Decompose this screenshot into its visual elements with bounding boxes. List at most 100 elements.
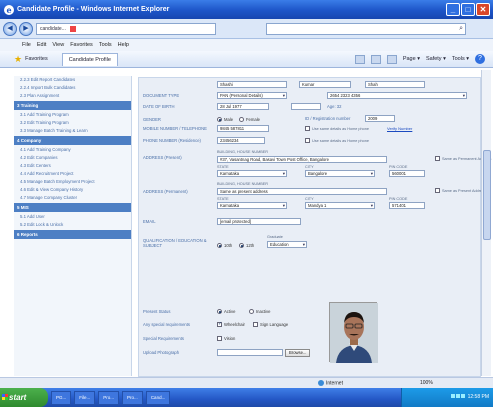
menu-help[interactable]: Help [118,42,129,48]
safety-menu[interactable]: Safety ▾ [426,56,446,62]
mobile-same-checkbox[interactable] [305,126,310,131]
education-select[interactable]: Education [267,241,307,248]
sidebar-item[interactable]: 2.3 Plan Assignment [14,92,131,100]
sidebar-item[interactable]: 3.3 Manage Batch Training & Learn [14,127,131,135]
page-scrollbar[interactable] [481,70,491,376]
perm-pincode-input[interactable]: 571401 [389,202,425,209]
sidebar-section-company[interactable]: 4 Company [14,136,131,145]
sidebar-item[interactable]: 3.1 Add Training Program [14,111,131,119]
favorites-star-icon[interactable]: ★ [14,54,22,65]
disability-label: Any special requirements [143,322,191,327]
favorites-label[interactable]: Favorites [25,56,48,62]
menu-view[interactable]: View [52,42,64,48]
education-10th-radio[interactable] [217,243,222,248]
gender-female-radio[interactable] [239,117,244,122]
sidebar-section-mis[interactable]: 5 MIS [14,203,131,212]
enrolment-input[interactable]: 2009 [365,115,395,122]
last-name-input[interactable]: Shah [365,81,425,88]
address-input[interactable]: candidate... [36,23,216,35]
address-present-input[interactable]: #37, Vasantnag Road, Basavi Town Post Of… [217,156,387,163]
sidebar-section-reports[interactable]: 6 Reports [14,230,131,239]
page-menu[interactable]: Page ▾ [403,56,420,62]
sidebar-item[interactable]: 4.4 Add Recruitment Project [14,170,131,178]
sidebar-item[interactable]: 4.2 Edit Companies [14,154,131,162]
verify-number-link[interactable]: Verify Number [387,126,412,131]
menu-file[interactable]: File [22,42,31,48]
taskbar-item[interactable]: Pro... [122,390,143,405]
address-permanent-input[interactable]: Same as present address [217,188,387,195]
menu-edit[interactable]: Edit [37,42,46,48]
sidebar-item[interactable]: 3.2 Edit Training Program [14,119,131,127]
sidebar-item[interactable]: 5.2 Edit Lock & Unlock [14,221,131,229]
home-icon[interactable] [354,54,365,64]
status-active-label: Active [224,309,236,314]
photo-path-input[interactable] [217,349,283,356]
menu-favorites[interactable]: Favorites [70,42,93,48]
id-number-input[interactable]: 2654 2323 4356 [327,92,467,99]
taskbar-item[interactable]: PG... [51,390,72,405]
start-button[interactable]: start [0,388,48,407]
phone-input[interactable]: 23456234 [217,137,265,144]
forward-button[interactable]: ▶ [19,22,33,36]
browse-button[interactable]: Browse... [285,349,311,357]
sign-language-checkbox[interactable] [253,322,258,327]
phone-same-checkbox[interactable] [305,138,310,143]
taskbar-item[interactable]: File... [74,390,96,405]
pincode-input[interactable]: 560001 [389,170,425,177]
scrollbar-thumb[interactable] [483,150,491,240]
state-select[interactable]: Karnataka [217,170,287,177]
menu-bar: File Edit View Favorites Tools Help [0,39,493,51]
sidebar-item[interactable]: 4.5 Manage Batch Employment Project [14,178,131,186]
sidebar-item[interactable]: 4.7 Manage Company Cluster [14,194,131,202]
first-name-input[interactable]: Shashi [217,81,287,88]
sidebar-item[interactable]: 2.2.3 Edit Report Candidates [14,76,131,84]
refresh-icon[interactable] [70,25,77,32]
vision-checkbox[interactable] [217,336,222,341]
feeds-icon[interactable] [370,54,381,64]
taskbar-item[interactable]: Cand... [145,390,171,405]
zoom-level[interactable]: 100% [420,380,433,386]
windows-taskbar: start PG... File... Pro... Pro... Cand..… [0,388,493,407]
dob-input[interactable]: 28 Jul 1977 [217,103,269,110]
status-inactive-radio[interactable] [249,309,254,314]
print-icon[interactable] [386,54,397,64]
document-type-select[interactable]: PAN (Personal Details) [217,92,287,99]
address-present-checkbox[interactable] [435,156,440,161]
gender-label: GENDER [143,117,161,122]
search-input[interactable]: ⌕ [266,23,466,35]
sidebar-item[interactable]: 5.1 Add User [14,213,131,221]
maximize-button[interactable]: □ [461,3,475,16]
mobile-input[interactable]: 9845 587811 [217,125,269,132]
menu-tools[interactable]: Tools [99,42,112,48]
sidebar-section-training[interactable]: 3 Training [14,101,131,110]
wheelchair-checkbox[interactable] [217,321,222,327]
email-input[interactable]: [email protected] [217,218,301,225]
window-titlebar: e Candidate Profile - Windows Internet E… [0,0,493,19]
sidebar-item[interactable]: 2.2.4 Import Bulk Candidates [14,84,131,92]
sidebar-item[interactable]: 4.1 Add Training Company [14,146,131,154]
back-button[interactable]: ◀ [3,22,17,36]
district-select[interactable]: Bangalore [305,170,375,177]
middle-name-input[interactable]: Kumar [299,81,351,88]
perm-state-select[interactable]: Karnataka [217,202,287,209]
taskbar-item[interactable]: Pro... [98,390,120,405]
education-label: QUALIFICATION / EDUCATION & SUBJECT [143,238,207,248]
tray-icon[interactable] [461,394,466,398]
address-permanent-checkbox[interactable] [435,188,440,193]
education-12th-radio[interactable] [239,243,244,248]
tools-menu[interactable]: Tools ▾ [452,56,469,62]
help-icon[interactable]: ? [475,54,485,64]
sidebar-item[interactable]: 4.3 Edit Centers [14,162,131,170]
sidebar-item[interactable]: 4.6 Edit & View Company History [14,186,131,194]
tray-icon[interactable] [451,394,456,398]
status-active-radio[interactable] [217,309,222,314]
search-icon[interactable]: ⌕ [459,25,463,33]
perm-district-select[interactable]: Mandya 1 [305,202,375,209]
minimize-button[interactable]: _ [446,3,460,16]
tab-candidate-profile[interactable]: Candidate Profile [61,52,118,66]
clock[interactable]: 12:58 PM [468,394,489,400]
gender-male-radio[interactable] [217,117,222,122]
close-button[interactable]: ✕ [476,3,490,16]
tray-icon[interactable] [456,394,461,398]
dob-picker[interactable] [291,103,321,110]
